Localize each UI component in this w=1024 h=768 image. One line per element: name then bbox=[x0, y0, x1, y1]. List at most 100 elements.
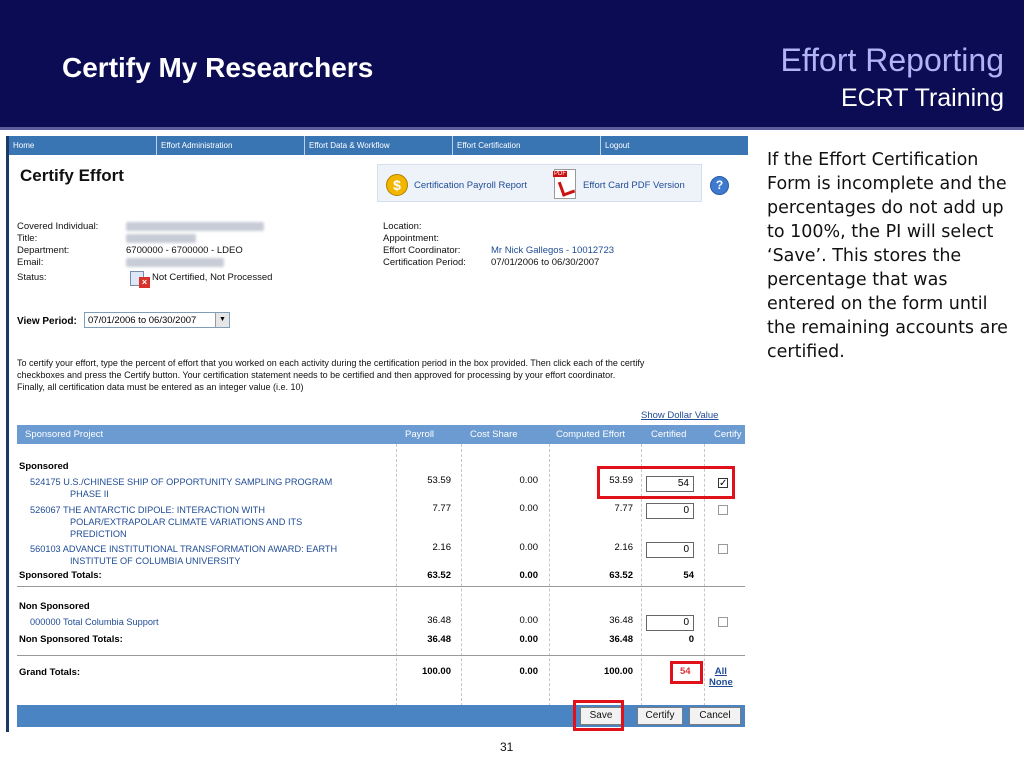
effort-coordinator-label: Effort Coordinator: bbox=[383, 245, 461, 256]
nav-effort-certification[interactable]: Effort Certification bbox=[452, 136, 600, 155]
certified-input[interactable]: 0 bbox=[646, 542, 694, 558]
department-label: Department: bbox=[17, 245, 70, 256]
grand-totals-label: Grand Totals: bbox=[19, 667, 81, 678]
computed-effort-value: 36.48 bbox=[609, 615, 633, 626]
nav-effort-data-workflow[interactable]: Effort Data & Workflow bbox=[304, 136, 452, 155]
slide-header: Certify My Researchers Effort Reporting … bbox=[0, 0, 1024, 127]
ecrt-screenshot: Home Effort Administration Effort Data &… bbox=[6, 136, 748, 732]
page-number: 31 bbox=[500, 740, 514, 754]
payroll-value: 53.59 bbox=[427, 475, 451, 486]
column-separator bbox=[549, 444, 550, 716]
slide-title: Certify My Researchers bbox=[62, 52, 374, 83]
certification-period-label: Certification Period: bbox=[383, 257, 466, 268]
view-period-value: 07/01/2006 to 06/30/2007 bbox=[88, 315, 197, 326]
nav-home[interactable]: Home bbox=[9, 136, 156, 155]
certify-checkbox[interactable] bbox=[718, 544, 728, 554]
sponsored-payroll-total: 63.52 bbox=[427, 570, 451, 581]
certify-checkbox[interactable] bbox=[718, 617, 728, 627]
department-value: 6700000 - 6700000 - LDEO bbox=[126, 245, 243, 256]
cost-share-value: 0.00 bbox=[519, 615, 539, 626]
instruction-line: To certify your effort, type the percent… bbox=[17, 358, 645, 368]
non-sponsored-section-label: Non Sponsored bbox=[19, 601, 90, 612]
instruction-line: Finally, all certification data must be … bbox=[17, 382, 304, 392]
select-all-link[interactable]: All bbox=[709, 666, 733, 677]
action-bar bbox=[17, 705, 745, 727]
certification-payroll-report-link[interactable]: Certification Payroll Report bbox=[414, 180, 527, 191]
col-payroll: Payroll bbox=[405, 429, 435, 440]
email-redacted bbox=[126, 258, 224, 267]
project-line: 526067 THE ANTARCTIC DIPOLE: INTERACTION… bbox=[30, 505, 266, 515]
effort-coordinator-link[interactable]: Mr Nick Gallegos - 10012723 bbox=[491, 245, 614, 256]
dollar-icon[interactable]: $ bbox=[386, 174, 408, 196]
select-all-none: All None bbox=[709, 666, 733, 688]
cost-share-value: 0.00 bbox=[519, 542, 539, 553]
status-value: Not Certified, Not Processed bbox=[152, 272, 273, 283]
col-sponsored-project: Sponsored Project bbox=[25, 429, 104, 440]
instructions: To certify your effort, type the percent… bbox=[17, 357, 745, 393]
sponsored-totals-label: Sponsored Totals: bbox=[19, 570, 102, 581]
section-divider bbox=[17, 586, 745, 587]
page-title: Certify Effort bbox=[20, 166, 124, 185]
cost-share-value: 0.00 bbox=[519, 475, 539, 486]
sponsored-computed-total: 63.52 bbox=[609, 570, 633, 581]
header-effort-reporting: Effort Reporting bbox=[780, 42, 1004, 78]
project-link-524175[interactable]: 524175 U.S./CHINESE SHIP OF OPPORTUNITY … bbox=[30, 476, 332, 500]
certified-input[interactable]: 0 bbox=[646, 503, 694, 519]
covered-individual-redacted bbox=[126, 222, 264, 231]
slide: Certify My Researchers Effort Reporting … bbox=[0, 0, 1024, 768]
payroll-value: 7.77 bbox=[432, 503, 452, 514]
pdf-icon[interactable] bbox=[553, 169, 576, 199]
grand-cost-share-total: 0.00 bbox=[519, 666, 539, 677]
non-sponsored-totals-label: Non Sponsored Totals: bbox=[19, 634, 123, 645]
payroll-value: 2.16 bbox=[432, 542, 452, 553]
cancel-button[interactable]: Cancel bbox=[689, 707, 741, 725]
report-toolbar: $ Certification Payroll Report Effort Ca… bbox=[377, 164, 702, 202]
col-computed-effort: Computed Effort bbox=[556, 429, 626, 440]
certified-input[interactable]: 0 bbox=[646, 615, 694, 631]
nav-logout[interactable]: Logout bbox=[600, 136, 748, 155]
not-certified-icon: × bbox=[130, 271, 150, 289]
effort-card-pdf-link[interactable]: Effort Card PDF Version bbox=[583, 180, 685, 191]
project-line: PREDICTION bbox=[70, 529, 127, 539]
highlight-grand-total bbox=[670, 661, 703, 684]
help-icon[interactable]: ? bbox=[710, 176, 729, 195]
certify-checkbox[interactable] bbox=[718, 505, 728, 515]
non-sponsored-computed-total: 36.48 bbox=[609, 634, 633, 645]
col-certify: Certify bbox=[714, 429, 742, 440]
non-sponsored-payroll-total: 36.48 bbox=[427, 634, 451, 645]
nav-bar: Home Effort Administration Effort Data &… bbox=[9, 136, 748, 155]
project-link-000000[interactable]: 000000 Total Columbia Support bbox=[30, 616, 159, 628]
grand-computed-total: 100.00 bbox=[603, 666, 633, 677]
select-none-link[interactable]: None bbox=[709, 677, 733, 688]
title-redacted bbox=[126, 234, 196, 243]
project-link-526067[interactable]: 526067 THE ANTARCTIC DIPOLE: INTERACTION… bbox=[30, 504, 302, 540]
email-label: Email: bbox=[17, 257, 44, 268]
computed-effort-value: 7.77 bbox=[614, 503, 634, 514]
certify-button[interactable]: Certify bbox=[637, 707, 683, 725]
col-cost-share: Cost Share bbox=[470, 429, 518, 440]
project-line: 524175 U.S./CHINESE SHIP OF OPPORTUNITY … bbox=[30, 477, 333, 487]
sponsored-cost-share-total: 0.00 bbox=[519, 570, 539, 581]
instruction-line: checkboxes and press the Certify button.… bbox=[17, 370, 616, 380]
column-separator bbox=[461, 444, 462, 716]
section-divider bbox=[17, 655, 745, 656]
grand-payroll-total: 100.00 bbox=[421, 666, 451, 677]
non-sponsored-cost-share-total: 0.00 bbox=[519, 634, 539, 645]
project-link-560103[interactable]: 560103 ADVANCE INSTITUTIONAL TRANSFORMAT… bbox=[30, 543, 337, 567]
view-period-select[interactable]: 07/01/2006 to 06/30/2007 ▼ bbox=[84, 312, 230, 328]
computed-effort-value: 2.16 bbox=[614, 542, 634, 553]
location-label: Location: bbox=[383, 221, 422, 232]
status-label: Status: bbox=[17, 272, 47, 283]
chevron-down-icon[interactable]: ▼ bbox=[215, 313, 229, 327]
project-line: POLAR/EXTRAPOLAR CLIMATE VARIATIONS AND … bbox=[70, 517, 303, 527]
header-divider bbox=[0, 127, 1024, 130]
certification-period-value: 07/01/2006 to 06/30/2007 bbox=[491, 257, 600, 268]
covered-individual-label: Covered Individual: bbox=[17, 221, 99, 232]
sponsored-section-label: Sponsored bbox=[19, 461, 69, 472]
view-period-label: View Period: bbox=[17, 316, 77, 327]
screenshot-left-border bbox=[6, 136, 9, 732]
show-dollar-value-link[interactable]: Show Dollar Value bbox=[641, 410, 718, 421]
nav-effort-administration[interactable]: Effort Administration bbox=[156, 136, 304, 155]
header-ecrt-training: ECRT Training bbox=[840, 84, 1004, 112]
explanation-text: If the Effort Certification Form is inco… bbox=[767, 150, 1008, 362]
